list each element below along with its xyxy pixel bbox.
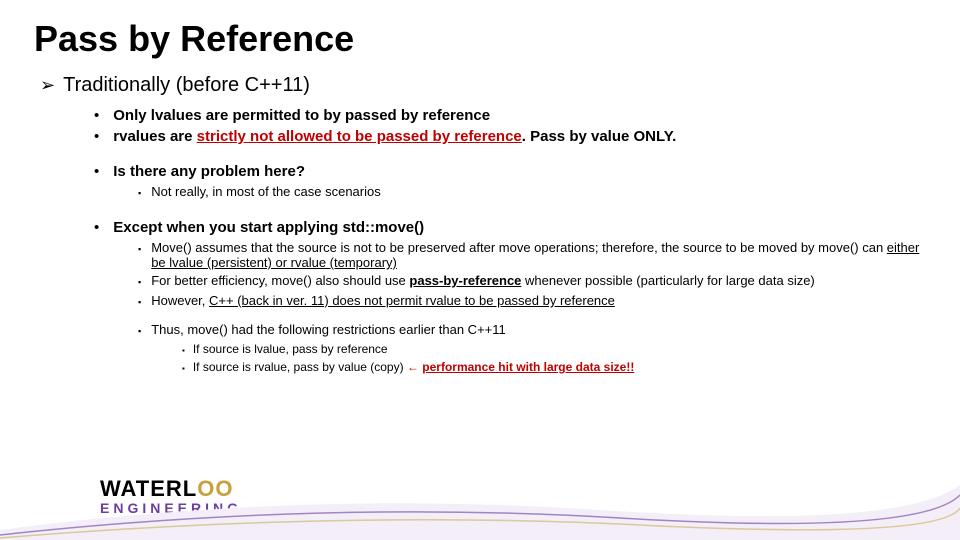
b3-text: Is there any problem here? — [113, 163, 305, 180]
logo-engineering: ENGINEERING — [100, 500, 242, 516]
sub-thus: ▪ Thus, move() had the following restric… — [138, 322, 926, 339]
b4-2-post: whenever possible (particularly for larg… — [521, 273, 814, 288]
b4-4-text: Thus, move() had the following restricti… — [151, 322, 506, 337]
l1-text: Traditionally (before C++11) — [63, 74, 310, 97]
square-icon: ▪ — [138, 185, 141, 201]
b4-1-text: Move() assumes that the source is not to… — [151, 240, 926, 270]
b4-4-2-red: performance hit with large data size!! — [422, 360, 634, 374]
bullet-lvalues: • Only lvalues are permitted to by passe… — [94, 107, 926, 124]
b4-3-text: However, C++ (back in ver. 11) does not … — [151, 293, 615, 308]
square-icon: ▪ — [138, 294, 141, 310]
square-icon: ▪ — [138, 241, 141, 257]
logo-waterloo: WATERLOO — [100, 476, 242, 502]
b4-4-2-pre: If source is rvalue, pass by value (copy… — [193, 360, 407, 374]
b4-text: Except when you start applying std::move… — [113, 219, 424, 236]
bullet-level1: ➢ Traditionally (before C++11) — [40, 74, 926, 97]
bullet-dot: • — [94, 219, 99, 236]
b4-2-underline: pass-by-reference — [409, 273, 521, 288]
slide-title: Pass by Reference — [34, 18, 926, 60]
b4-2-pre: For better efficiency, move() also shoul… — [151, 273, 409, 288]
b4-4-1-text: If source is lvalue, pass by reference — [193, 342, 388, 356]
square-icon: ▪ — [138, 323, 141, 339]
b4-4-2-text: If source is rvalue, pass by value (copy… — [193, 360, 634, 374]
square-icon: ▪ — [182, 344, 185, 358]
square-icon: ▪ — [138, 274, 141, 290]
b1-text: Only lvalues are permitted to by passed … — [113, 107, 490, 124]
b2-underline: strictly not allowed to be passed by ref… — [197, 128, 522, 145]
logo-waterl: WATERL — [100, 476, 197, 501]
b2-post: . Pass by value ONLY. — [522, 128, 677, 145]
left-arrow-icon: ← — [407, 360, 419, 374]
sub-move-assumes: ▪ Move() assumes that the source is not … — [138, 240, 926, 270]
bullet-except-move: • Except when you start applying std::mo… — [94, 219, 926, 236]
b2-text: rvalues are strictly not allowed to be p… — [113, 128, 676, 145]
square-icon: ▪ — [182, 362, 185, 376]
waterloo-logo: WATERLOO ENGINEERING — [100, 476, 242, 516]
slide-content: Pass by Reference ➢ Traditionally (befor… — [0, 0, 960, 376]
bullet-problem: • Is there any problem here? — [94, 163, 926, 180]
bullet-dot: • — [94, 128, 99, 145]
subsub-rvalue: ▪ If source is rvalue, pass by value (co… — [182, 360, 926, 376]
logo-oo: OO — [197, 476, 233, 501]
b4-3-pre: However, — [151, 293, 209, 308]
sub-however: ▪ However, C++ (back in ver. 11) does no… — [138, 293, 926, 310]
sub-better-efficiency: ▪ For better efficiency, move() also sho… — [138, 273, 926, 290]
b4-3-underline: C++ (back in ver. 11) does not permit rv… — [209, 293, 615, 308]
bullet-dot: • — [94, 107, 99, 124]
b3-1-text: Not really, in most of the case scenario… — [151, 184, 381, 199]
subsub-lvalue: ▪ If source is lvalue, pass by reference — [182, 342, 926, 358]
arrow-icon: ➢ — [40, 75, 55, 96]
b4-2-text: For better efficiency, move() also shoul… — [151, 273, 815, 288]
sub-not-really: ▪ Not really, in most of the case scenar… — [138, 184, 926, 201]
bullet-dot: • — [94, 163, 99, 180]
b2-pre: rvalues are — [113, 128, 196, 145]
b4-1-pre: Move() assumes that the source is not to… — [151, 240, 887, 255]
bullet-rvalues: • rvalues are strictly not allowed to be… — [94, 128, 926, 145]
